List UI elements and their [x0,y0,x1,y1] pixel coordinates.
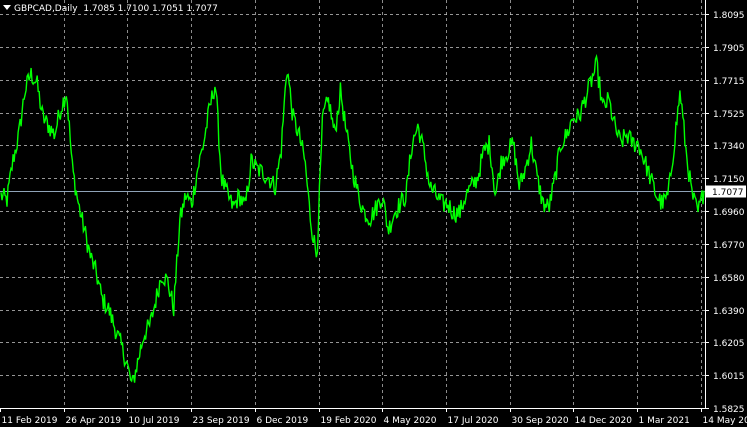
chart-header: GBPCAD,Daily 1.7085 1.7100 1.7051 1.7077 [3,4,218,14]
price-tick-label: 1.7715 [713,77,745,87]
price-tick-label: 1.6390 [713,307,745,317]
price-tick-label: 1.6580 [713,274,745,284]
price-tick-label: 1.6015 [713,372,745,382]
time-tick-label: 1 Mar 2021 [639,416,690,426]
time-tick-label: 30 Sep 2020 [512,416,569,426]
time-tick-label: 11 Feb 2019 [2,416,58,426]
time-tick-label: 14 Dec 2020 [575,416,633,426]
time-tick-label: 10 Jul 2019 [129,416,180,426]
grid-lines [0,0,705,409]
price-axis[interactable]: 1.8095 1.7905 1.7715 1.7525 1.7340 1.7150 1.69… [705,0,745,415]
price-tick-label: 1.7340 [713,142,745,152]
chart-window[interactable]: 1.8095 1.7905 1.7715 1.7525 1.7340 1.7150 1.69… [0,0,747,427]
price-tick-label: 1.6770 [713,241,745,251]
collapse-triangle-icon[interactable] [3,5,11,10]
time-tick-label: 23 Sep 2019 [193,416,250,426]
price-tick-label: 1.6205 [713,339,745,349]
price-tick-label: 1.8095 [713,11,745,21]
price-tick-label: 1.7150 [713,175,745,185]
price-tick-label: 1.7905 [713,44,745,54]
price-tick-label: 1.7525 [713,110,745,120]
price-chart[interactable]: 1.8095 1.7905 1.7715 1.7525 1.7340 1.7150 1.69… [0,0,747,427]
time-tick-label: 4 May 2020 [384,416,437,426]
time-tick-label: 19 Feb 2020 [321,416,377,426]
time-tick-label: 14 May 2021 [703,416,747,426]
price-tick-label: 1.5825 [713,405,745,415]
price-series-line [0,53,705,383]
current-price-label: 1.7077 [712,188,744,198]
price-tick-label: 1.6960 [713,208,745,218]
time-tick-label: 6 Dec 2019 [257,416,309,426]
ohlc-values: 1.7085 1.7100 1.7051 1.7077 [83,4,218,14]
symbol-label: GBPCAD,Daily [14,4,78,14]
time-tick-label: 17 Jul 2020 [448,416,499,426]
current-price-tag: 1.7077 [706,185,746,198]
time-axis[interactable]: 11 Feb 2019 26 Apr 2019 10 Jul 2019 23 Sep … [0,408,747,426]
time-tick-label: 26 Apr 2019 [66,416,122,426]
